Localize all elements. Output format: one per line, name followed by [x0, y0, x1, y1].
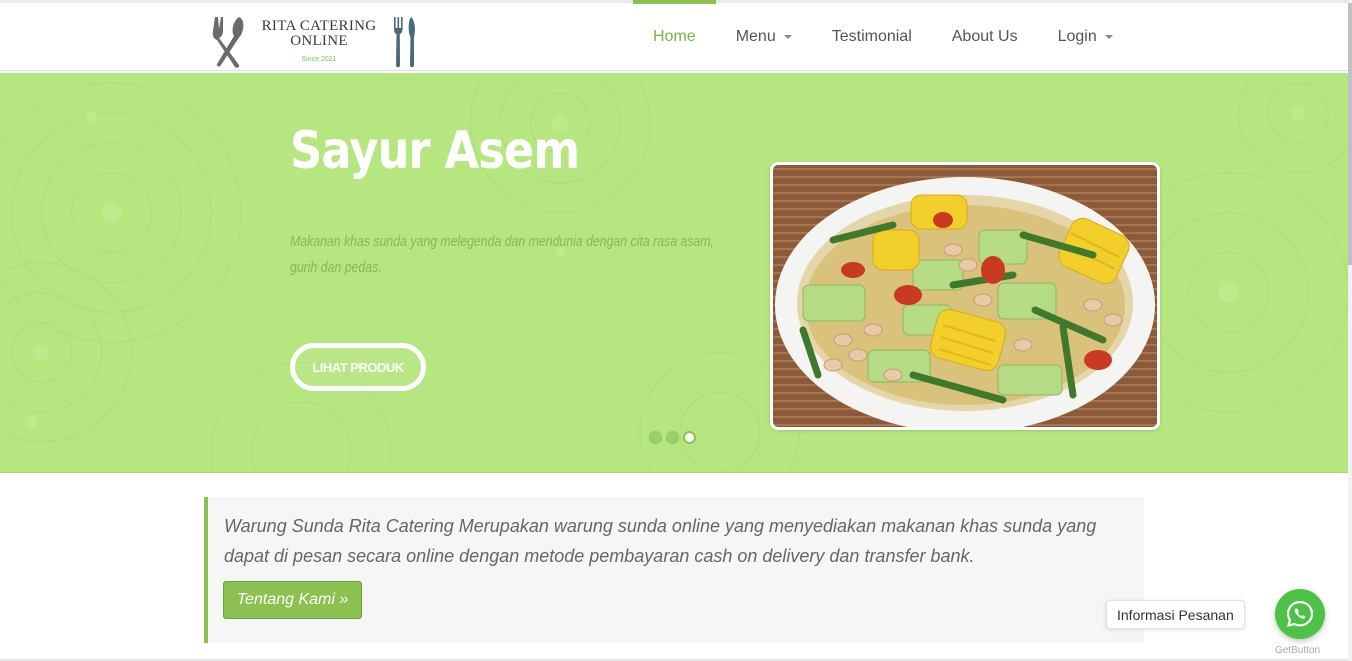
whatsapp-button[interactable]	[1275, 589, 1325, 639]
slider-dot-1[interactable]	[649, 431, 662, 444]
site-logo[interactable]: RITA CATERING ONLINE Since 2021	[205, 13, 425, 69]
intro-text: Warung Sunda Rita Catering Merupakan war…	[224, 516, 1097, 566]
nav-home-label: Home	[653, 28, 696, 45]
tentang-kami-button[interactable]: Tentang Kami »	[223, 581, 362, 619]
slider-dots	[649, 431, 696, 444]
brand-since: Since 2021	[301, 56, 337, 63]
whatsapp-icon	[1286, 600, 1314, 628]
caret-down-icon	[1104, 35, 1113, 39]
page-scrollbar[interactable]	[1348, 0, 1352, 661]
nav-testimonial[interactable]: Testimonial	[812, 3, 932, 71]
nav-login[interactable]: Login	[1038, 3, 1133, 71]
getbutton-credit[interactable]: GetButton	[1275, 645, 1320, 656]
nav-about-us[interactable]: About Us	[932, 3, 1038, 71]
slider-dot-2[interactable]	[666, 431, 679, 444]
whatsapp-widget-label[interactable]: Informasi Pesanan	[1106, 600, 1245, 629]
nav-menu[interactable]: Menu	[716, 3, 812, 71]
sayur-asem-illustration	[773, 165, 1157, 427]
caret-down-icon	[783, 35, 792, 39]
fork-knife-icon	[212, 17, 244, 68]
nav-menu-label: Menu	[735, 28, 776, 45]
nav-login-label: Login	[1057, 28, 1097, 45]
nav-about-label: About Us	[951, 28, 1018, 45]
lihat-produk-button[interactable]: LIHAT PRODUK	[290, 343, 426, 391]
hero-food-image	[770, 162, 1160, 430]
hero-slider: Sayur Asem Makanan khas sunda yang meleg…	[0, 73, 1348, 473]
hero-title: Sayur Asem	[290, 121, 580, 181]
brand-name-line1: RITA CATERING	[261, 18, 377, 34]
brand-name-line2: ONLINE	[290, 33, 348, 49]
nav-home[interactable]: Home	[633, 0, 716, 71]
scrollbar-thumb[interactable]	[1348, 3, 1352, 265]
brand-name: RITA CATERING ONLINE Since 2021	[257, 19, 381, 67]
site-header: RITA CATERING ONLINE Since 2021 Home Men…	[0, 0, 1352, 71]
intro-callout: Warung Sunda Rita Catering Merupakan war…	[204, 497, 1144, 643]
main-nav: Home Menu Testimonial About Us Login	[633, 0, 1133, 71]
utensils-icon	[394, 17, 415, 68]
hero-description: Makanan khas sunda yang melegenda dan me…	[290, 233, 714, 276]
nav-testimonial-label: Testimonial	[831, 28, 912, 45]
slider-dot-3[interactable]	[683, 431, 696, 444]
